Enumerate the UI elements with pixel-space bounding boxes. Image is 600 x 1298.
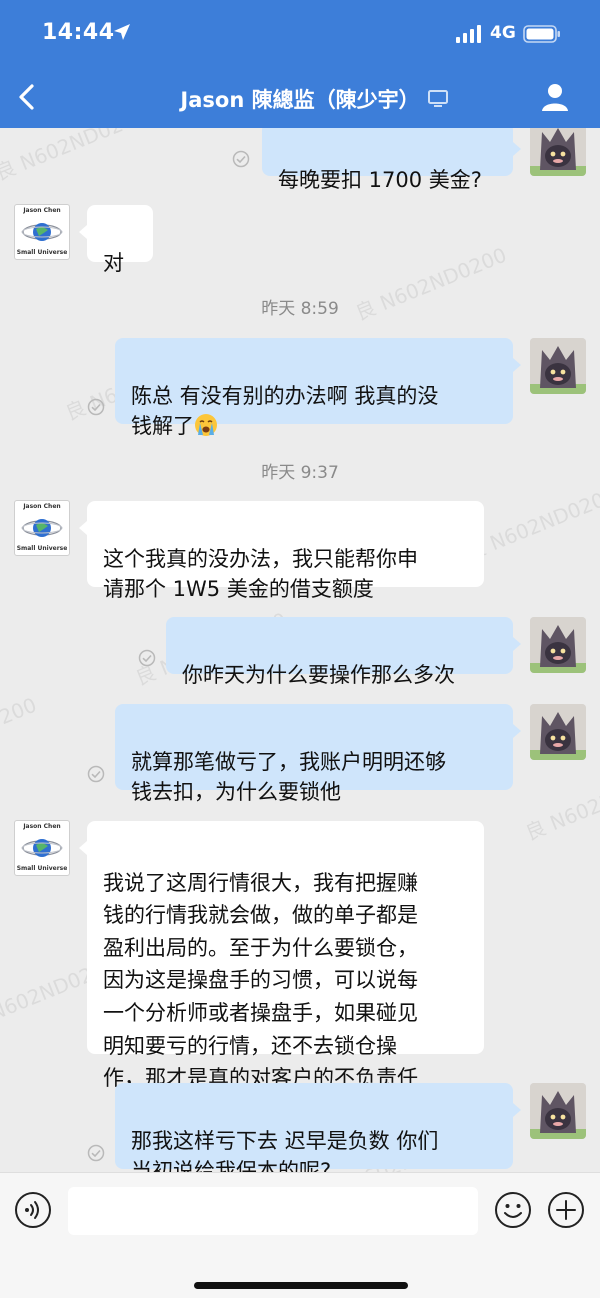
check-circle-icon xyxy=(87,1144,105,1162)
message-bubble-outgoing[interactable]: 那我这样亏下去 迟早是负数 你们 当初说给我保本的呢? xyxy=(115,1083,521,1172)
my-avatar[interactable] xyxy=(530,338,586,394)
message-input[interactable] xyxy=(68,1187,478,1235)
watermark: 良 N602ND0200 xyxy=(0,692,40,775)
cat-avatar-icon xyxy=(530,1083,586,1139)
location-arrow-icon xyxy=(114,24,130,40)
chat-title-wrap: Jason 陳總监（陳少宇） xyxy=(0,84,600,114)
person-icon[interactable] xyxy=(540,82,570,112)
battery-icon xyxy=(523,25,560,43)
message-bubble-incoming[interactable]: 我说了这周行情很大，我有把握赚 钱的行情我就会做，做的单子都是 盈利出局的。至于… xyxy=(79,821,484,1090)
contact-avatar[interactable]: Jason Chen Small Universe xyxy=(14,204,70,260)
message-text: 那我这样亏下去 迟早是负数 你们 当初说给我保本的呢? xyxy=(131,1129,439,1172)
chat-title[interactable]: Jason 陳總监（陳少宇） xyxy=(180,84,419,114)
timestamp: 昨天 8:59 xyxy=(261,299,339,319)
avatar-top-text: Jason Chen xyxy=(23,823,61,830)
message-bubble-outgoing[interactable]: 陈总 有没有别的办法啊 我真的没 钱解了 xyxy=(115,338,521,438)
avatar-bottom-text: Small Universe xyxy=(16,249,68,256)
my-avatar[interactable] xyxy=(530,617,586,673)
contact-avatar[interactable]: Jason Chen Small Universe xyxy=(14,820,70,876)
network-label: 4G xyxy=(490,23,516,43)
message-bubble-incoming[interactable]: 对 xyxy=(79,205,153,275)
plus-icon[interactable] xyxy=(547,1191,585,1229)
my-avatar[interactable] xyxy=(530,704,586,760)
message-bubble-outgoing[interactable]: 你昨天为什么要操作那么多次 xyxy=(166,617,521,687)
watermark: 良 N602ND0200 xyxy=(0,128,150,186)
computer-icon xyxy=(428,90,448,107)
timestamp: 昨天 9:37 xyxy=(261,463,339,483)
message-text: 每晚要扣 1700 美金? xyxy=(278,168,482,192)
check-circle-icon xyxy=(87,765,105,783)
my-avatar[interactable] xyxy=(530,1083,586,1139)
check-circle-icon xyxy=(138,649,156,667)
check-circle-icon xyxy=(232,150,250,168)
message-bubble-incoming[interactable]: 这个我真的没办法，我只能帮你申 请那个 1W5 美金的借支额度 xyxy=(79,501,484,601)
my-avatar[interactable] xyxy=(530,128,586,176)
voice-icon[interactable] xyxy=(14,1191,52,1229)
avatar-top-text: Jason Chen xyxy=(23,207,61,214)
message-list[interactable]: 良 N602ND0200 良 N602ND0200 良 N602ND0200 良… xyxy=(0,128,600,1172)
message-text: 陈总 有没有别的办法啊 我真的没 钱解了 xyxy=(131,384,439,438)
message-bubble-outgoing[interactable]: 每晚要扣 1700 美金? xyxy=(262,128,521,192)
globe-logo-icon xyxy=(21,519,63,537)
check-circle-icon xyxy=(87,398,105,416)
message-text: 我说了这周行情很大，我有把握赚 钱的行情我就会做，做的单子都是 盈利出局的。至于… xyxy=(103,870,418,1091)
smiley-icon[interactable] xyxy=(494,1191,532,1229)
message-text: 对 xyxy=(103,251,124,275)
status-time: 14:44 xyxy=(42,20,115,45)
globe-logo-icon xyxy=(21,223,63,241)
watermark: 良 N602ND0200 xyxy=(521,762,600,846)
crying-emoji-icon xyxy=(195,414,217,436)
globe-logo-icon xyxy=(21,839,63,857)
cat-avatar-icon xyxy=(530,128,586,176)
avatar-bottom-text: Small Universe xyxy=(16,545,68,552)
chat-header: 14:44 4G Jason 陳總监（陳少宇） xyxy=(0,0,600,128)
signal-icon xyxy=(456,25,481,43)
message-text: 这个我真的没办法，我只能帮你申 请那个 1W5 美金的借支额度 xyxy=(103,547,418,601)
contact-avatar[interactable]: Jason Chen Small Universe xyxy=(14,500,70,556)
home-indicator xyxy=(194,1282,408,1289)
cat-avatar-icon xyxy=(530,704,586,760)
input-bar xyxy=(0,1172,600,1298)
avatar-top-text: Jason Chen xyxy=(23,503,61,510)
message-text: 就算那笔做亏了，我账户明明还够 钱去扣，为什么要锁他 xyxy=(131,750,446,804)
cat-avatar-icon xyxy=(530,617,586,673)
avatar-bottom-text: Small Universe xyxy=(16,865,68,872)
message-bubble-outgoing[interactable]: 就算那笔做亏了，我账户明明还够 钱去扣，为什么要锁他 xyxy=(115,704,521,804)
message-text: 你昨天为什么要操作那么多次 xyxy=(182,663,455,687)
cat-avatar-icon xyxy=(530,338,586,394)
